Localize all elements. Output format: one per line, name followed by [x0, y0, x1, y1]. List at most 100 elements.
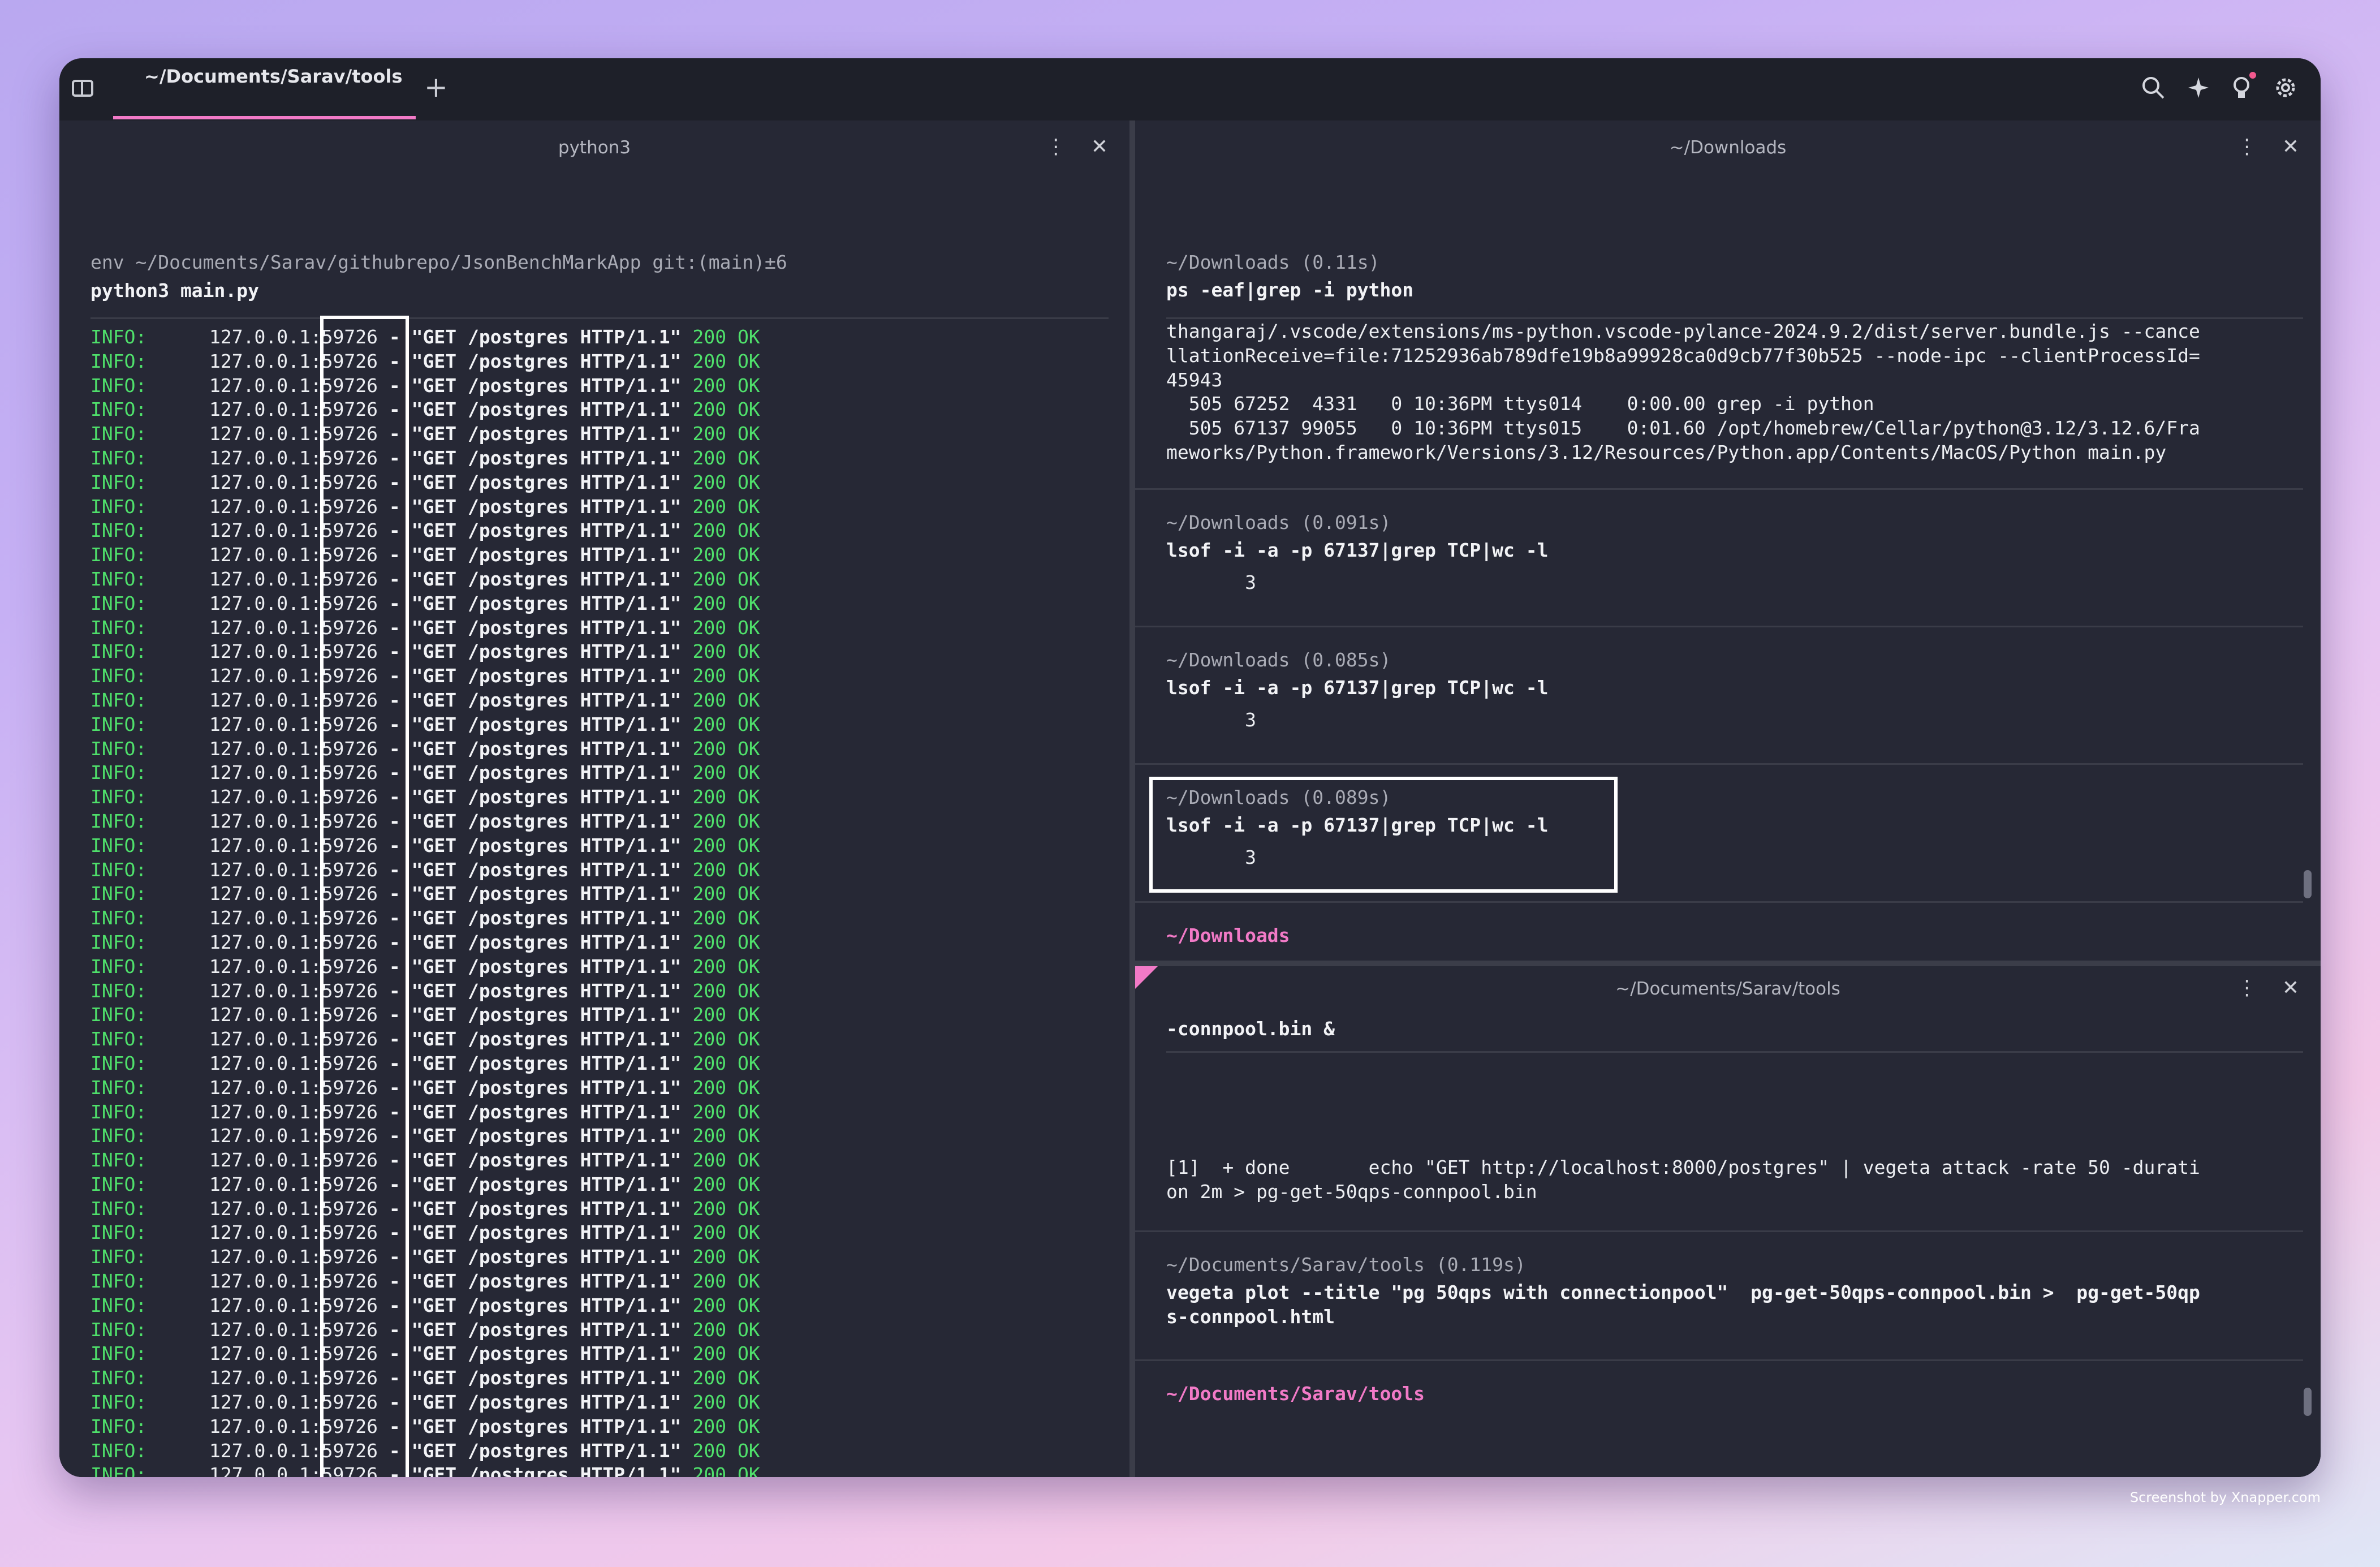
log-status: 200 OK: [692, 1028, 760, 1051]
log-level: INFO:: [90, 1125, 147, 1147]
log-addr: 127.0.0.1: [209, 1004, 311, 1026]
log-request: - "GET /postgres HTTP/1.1": [378, 786, 682, 808]
active-prompt[interactable]: ~/Documents/Sarav/tools: [1166, 1382, 1425, 1406]
log-level: INFO:: [90, 423, 147, 445]
log-status: 200 OK: [692, 688, 760, 711]
log-level: INFO:: [90, 955, 147, 978]
log-request: - "GET /postgres HTTP/1.1": [378, 592, 682, 614]
log-request: - "GET /postgres HTTP/1.1": [378, 398, 682, 421]
log-request: - "GET /postgres HTTP/1.1": [378, 1197, 682, 1220]
command-block[interactable]: ~/Downloads (0.11s) ps -eaf|grep -i pyth…: [1166, 251, 1413, 303]
search-icon[interactable]: [2141, 75, 2166, 100]
log-row: INFO: 127.0.0.1:59726 - "GET /postgres HT…: [90, 785, 760, 810]
log-row: INFO: 127.0.0.1:59726 - "GET /postgres HT…: [90, 616, 760, 640]
lightbulb-icon[interactable]: [2229, 72, 2256, 100]
log-level: INFO:: [90, 567, 147, 590]
log-status: 200 OK: [692, 398, 760, 421]
log-row: INFO: 127.0.0.1:59726 - "GET /postgres HT…: [90, 1245, 760, 1269]
active-prompt[interactable]: ~/Downloads: [1166, 924, 1290, 948]
log-addr: 127.0.0.1: [209, 858, 311, 881]
log-level: INFO:: [90, 374, 147, 397]
vertical-split-divider[interactable]: [1129, 120, 1135, 1477]
command-block[interactable]: ~/Documents/Sarav/tools (0.119s) vegeta …: [1166, 1253, 2200, 1329]
log-addr: 127.0.0.1: [209, 761, 311, 784]
log-row: INFO: 127.0.0.1:59726 - "GET /postgres HT…: [90, 1148, 760, 1173]
output-line: 3: [1166, 708, 1256, 731]
scrollbar[interactable]: [2304, 870, 2312, 898]
log-level: INFO:: [90, 1415, 147, 1437]
scrollbar[interactable]: [2304, 1388, 2312, 1416]
partial-command-line: -connpool.bin &: [1166, 1018, 1335, 1040]
log-status: 200 OK: [692, 374, 760, 397]
log-level: INFO:: [90, 1270, 147, 1293]
log-status: 200 OK: [692, 1076, 760, 1099]
log-addr: 127.0.0.1: [209, 398, 311, 421]
log-addr: 127.0.0.1: [209, 1149, 311, 1172]
new-tab-button[interactable]: +: [424, 73, 448, 101]
log-level: INFO:: [90, 1342, 147, 1365]
more-icon[interactable]: ⋮: [2237, 976, 2257, 1000]
log-row: INFO: 127.0.0.1:59726 - "GET /postgres HT…: [90, 931, 760, 955]
log-request: - "GET /postgres HTTP/1.1": [378, 882, 682, 905]
output-line: 45943: [1166, 368, 1223, 391]
log-status: 200 OK: [692, 495, 760, 518]
log-row: INFO: 127.0.0.1:59726 - "GET /postgres HT…: [90, 1003, 760, 1027]
sidebar-icon[interactable]: [72, 80, 93, 97]
log-addr: 127.0.0.1: [209, 326, 311, 348]
sparkle-icon[interactable]: [2185, 75, 2210, 100]
log-row: INFO: 127.0.0.1:59726 - "GET /postgres HT…: [90, 1076, 760, 1100]
log-request: - "GET /postgres HTTP/1.1": [378, 1149, 682, 1172]
log-status: 200 OK: [692, 1100, 760, 1123]
more-icon[interactable]: ⋮: [2237, 135, 2257, 158]
log-row: INFO: 127.0.0.1:59726 - "GET /postgres HT…: [90, 1391, 760, 1415]
tab-tools[interactable]: ~/Documents/Sarav/tools: [113, 58, 416, 119]
command-block[interactable]: ~/Downloads (0.085s) lsof -i -a -p 67137…: [1166, 648, 1549, 732]
log-addr: 127.0.0.1: [209, 446, 311, 469]
log-level: INFO:: [90, 882, 147, 905]
output-line: llationReceive=file:71252936ab789dfe19b8…: [1166, 344, 2200, 367]
right-bottom-pane[interactable]: ~/Documents/Sarav/tools ⋮ ✕ -connpool.bi…: [1135, 966, 2321, 1477]
log-level: INFO:: [90, 446, 147, 469]
log-addr: 127.0.0.1: [209, 1221, 311, 1244]
log-row: INFO: 127.0.0.1:59726 - "GET /postgres HT…: [90, 1027, 760, 1052]
log-row: INFO: 127.0.0.1:59726 - "GET /postgres HT…: [90, 906, 760, 931]
log-status: 200 OK: [692, 1149, 760, 1172]
log-status: 200 OK: [692, 665, 760, 687]
log-level: INFO:: [90, 688, 147, 711]
command-block[interactable]: ~/Downloads (0.091s) lsof -i -a -p 67137…: [1166, 511, 1549, 595]
log-row: INFO: 127.0.0.1:59726 - "GET /postgres HT…: [90, 1197, 760, 1221]
right-top-pane[interactable]: ~/Downloads ⋮ ✕ ~/Downloads (0.11s) ps -…: [1135, 120, 2321, 961]
log-addr: 127.0.0.1: [209, 1173, 311, 1195]
log-request: - "GET /postgres HTTP/1.1": [378, 350, 682, 372]
log-row: INFO: 127.0.0.1:59726 - "GET /postgres HT…: [90, 495, 760, 519]
log-level: INFO:: [90, 350, 147, 372]
log-request: - "GET /postgres HTTP/1.1": [378, 931, 682, 953]
log-row: INFO: 127.0.0.1:59726 - "GET /postgres HT…: [90, 398, 760, 422]
log-status: 200 OK: [692, 1439, 760, 1462]
log-status: 200 OK: [692, 1125, 760, 1147]
left-pane[interactable]: python3 ⋮ ✕ env ~/Documents/Sarav/github…: [59, 120, 1129, 1477]
close-icon[interactable]: ✕: [2282, 135, 2299, 158]
gear-icon[interactable]: [2273, 75, 2298, 100]
log-request: - "GET /postgres HTTP/1.1": [378, 1125, 682, 1147]
more-icon[interactable]: ⋮: [1046, 135, 1066, 158]
block-command: ps -eaf|grep -i python: [1166, 278, 1414, 301]
log-request: - "GET /postgres HTTP/1.1": [378, 616, 682, 639]
horizontal-split-divider[interactable]: [1135, 961, 2321, 966]
block-prompt: ~/Documents/Sarav/tools (0.119s): [1166, 1254, 1526, 1276]
log-request: - "GET /postgres HTTP/1.1": [378, 1076, 682, 1099]
close-icon[interactable]: ✕: [1091, 135, 1108, 158]
log-row: INFO: 127.0.0.1:59726 - "GET /postgres HT…: [90, 640, 760, 664]
terminal-window: ~/Documents/Sarav/tools + python3 ⋮ ✕ en…: [59, 58, 2321, 1477]
log-level: INFO:: [90, 398, 147, 421]
log-addr: 127.0.0.1: [209, 640, 311, 663]
log-level: INFO:: [90, 1463, 147, 1477]
close-icon[interactable]: ✕: [2282, 976, 2299, 1000]
log-addr: 127.0.0.1: [209, 374, 311, 397]
log-addr: 127.0.0.1: [209, 810, 311, 832]
output-line: 3: [1166, 571, 1256, 593]
log-level: INFO:: [90, 1391, 147, 1414]
log-status: 200 OK: [692, 737, 760, 760]
log-request: - "GET /postgres HTTP/1.1": [378, 640, 682, 663]
log-status: 200 OK: [692, 1294, 760, 1316]
